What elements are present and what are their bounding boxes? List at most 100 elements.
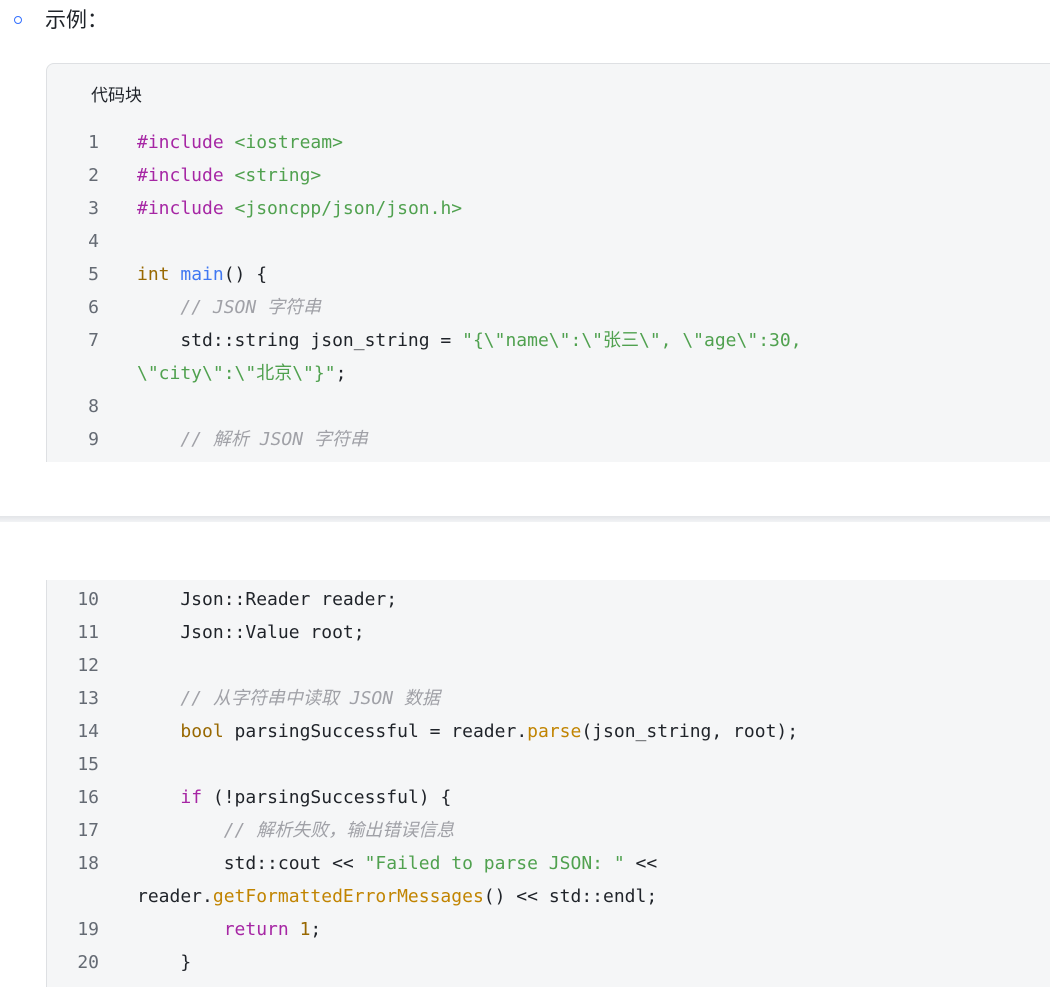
code-line: 14 bool parsingSuccessful = reader.parse… <box>47 715 1047 748</box>
code-token: Json::Value root; <box>137 622 365 643</box>
line-code: int main() { <box>137 258 267 291</box>
line-code: // 从字符串中读取 JSON 数据 <box>137 682 440 715</box>
code-token: #include <box>137 165 224 186</box>
code-line: 9 // 解析 JSON 字符串 <box>47 423 1047 456</box>
code-token: "Failed to parse JSON: " <box>364 853 625 874</box>
code-line: 13 // 从字符串中读取 JSON 数据 <box>47 682 1047 715</box>
code-token: (!parsingSuccessful) { <box>202 787 452 808</box>
line-code: \"city\":\"北京\"}"; <box>137 357 346 390</box>
line-number: 16 <box>77 787 99 808</box>
line-code: Json::Reader reader; <box>137 583 397 616</box>
code-line: 5 int main() { <box>47 258 1047 291</box>
code-token: bool <box>180 721 224 742</box>
page-divider <box>0 516 1050 522</box>
line-code: // JSON 字符串 <box>137 291 321 324</box>
code-token: parsingSuccessful = reader. <box>223 721 528 742</box>
line-code: // 解析 JSON 字符串 <box>137 423 368 456</box>
code-token: Json::Reader reader; <box>137 589 398 610</box>
code-token: "{\"name\":\"张三\", \"age\":30, <box>462 330 802 351</box>
line-number: 13 <box>77 688 99 709</box>
code-line: 4 <box>47 225 1047 258</box>
code-token: // 解析 JSON 字符串 <box>180 429 368 450</box>
code-line: 7 std::string json_string = "{\"name\":\… <box>47 324 1047 357</box>
line-number: 8 <box>88 396 99 417</box>
code-token: parse <box>527 721 582 742</box>
code-line: 18 std::cout << "Failed to parse JSON: "… <box>47 847 1047 880</box>
bullet-label: 示例： <box>45 8 108 32</box>
line-number: 1 <box>88 132 99 153</box>
code-line: 15 <box>47 748 1047 781</box>
code-line: 1 #include <iostream> <box>47 126 1047 159</box>
line-code: reader.getFormattedErrorMessages() << st… <box>137 880 657 913</box>
code-token: () { <box>223 264 268 285</box>
code-token: return <box>223 919 289 940</box>
code-token: int <box>137 264 170 285</box>
code-line: \"city\":\"北京\"}"; <box>47 357 1047 390</box>
code-token: } <box>137 952 192 973</box>
code-line: reader.getFormattedErrorMessages() << st… <box>47 880 1047 913</box>
line-code: Json::Value root; <box>137 616 365 649</box>
code-token: #include <box>137 132 224 153</box>
code-line: 16 if (!parsingSuccessful) { <box>47 781 1047 814</box>
code-token: (json_string, root); <box>581 721 799 742</box>
line-number: 10 <box>77 589 99 610</box>
line-number: 9 <box>88 429 99 450</box>
line-code: std::string json_string = "{\"name\":\"张… <box>137 324 802 357</box>
code-block-title: 代码块 <box>91 86 142 106</box>
line-code: std::cout << "Failed to parse JSON: " << <box>137 847 658 880</box>
code-token: << <box>624 853 658 874</box>
line-number: 19 <box>77 919 99 940</box>
code-token: <iostream> <box>234 132 343 153</box>
code-line: 8 <box>47 390 1047 423</box>
code-line: 17 // 解析失败，输出错误信息 <box>47 814 1047 847</box>
line-code: return 1; <box>137 913 322 946</box>
code-token: std::cout << <box>137 853 365 874</box>
line-code: if (!parsingSuccessful) { <box>137 781 451 814</box>
bullet-circle-icon <box>14 16 22 24</box>
line-code: #include <jsoncpp/json/json.h> <box>137 192 462 225</box>
code-line: 3 #include <jsoncpp/json/json.h> <box>47 192 1047 225</box>
code-token: 1 <box>299 919 311 940</box>
line-number: 14 <box>77 721 99 742</box>
code-token: ; <box>310 919 322 940</box>
line-number: 7 <box>88 330 99 351</box>
line-number: 18 <box>77 853 99 874</box>
line-number: 6 <box>88 297 99 318</box>
code-token: // 解析失败，输出错误信息 <box>223 820 455 841</box>
line-number: 12 <box>77 655 99 676</box>
code-block[interactable]: 代码块 1 #include <iostream> 2 #include <strin… <box>46 63 1050 462</box>
code-token: <jsoncpp/json/json.h> <box>234 198 463 219</box>
line-number: 4 <box>88 231 99 252</box>
line-code: } <box>137 946 191 979</box>
line-number: 11 <box>77 622 99 643</box>
bullet-item: 示例： <box>0 0 1050 44</box>
code-line: 11 Json::Value root; <box>47 616 1047 649</box>
line-number: 5 <box>88 264 99 285</box>
code-line: 12 <box>47 649 1047 682</box>
code-token: ; <box>335 363 347 384</box>
code-token: \"city\":\"北京\"}" <box>137 363 336 384</box>
code-token: () << std::endl; <box>483 886 658 907</box>
code-line: 19 return 1; <box>47 913 1047 946</box>
line-number: 2 <box>88 165 99 186</box>
code-line: 20 } <box>47 946 1047 979</box>
code-line: 2 #include <string> <box>47 159 1047 192</box>
line-number: 17 <box>77 820 99 841</box>
code-token: if <box>180 787 203 808</box>
code-block-continued[interactable]: 10 Json::Reader reader;11 Json::Value ro… <box>46 580 1050 987</box>
line-code: bool parsingSuccessful = reader.parse(js… <box>137 715 798 748</box>
line-code: #include <iostream> <box>137 126 343 159</box>
code-token: // JSON 字符串 <box>180 297 322 318</box>
